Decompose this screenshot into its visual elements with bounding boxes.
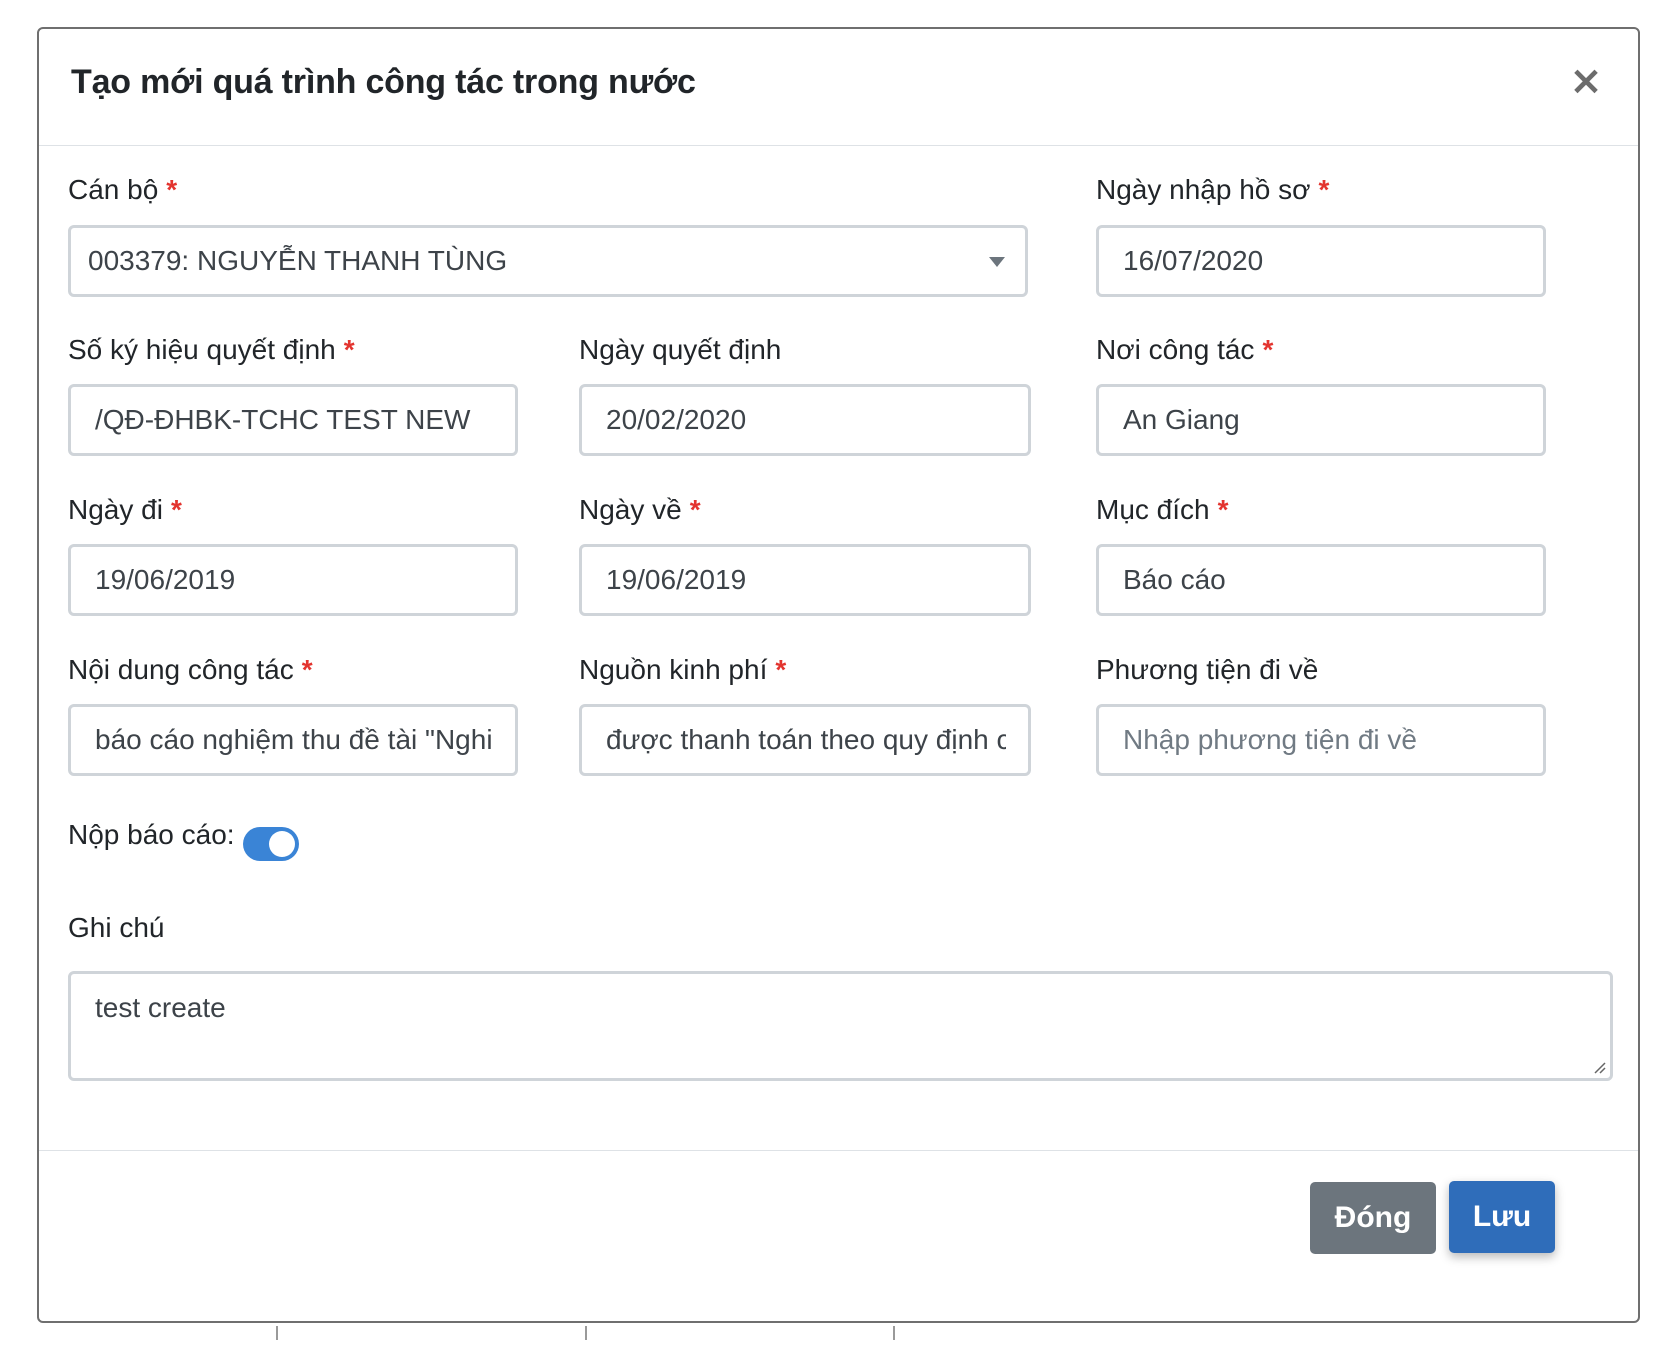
field-label-ngay-di: Ngày đi * [68, 494, 182, 525]
can-bo-select-value: 003379: NGUYỄN THANH TÙNG [88, 245, 508, 276]
field-label-noi-cong-tac: Nơi công tác * [1096, 334, 1274, 365]
nguon-kinh-phi-input[interactable] [582, 707, 1028, 773]
phuong-tien-input[interactable] [1099, 707, 1543, 773]
required-mark: * [166, 174, 178, 205]
ghi-chu-box: test create [68, 971, 1613, 1081]
save-button[interactable]: Lưu [1449, 1181, 1555, 1253]
create-domestic-work-modal: Tạo mới quá trình công tác trong nước × … [37, 27, 1640, 1323]
field-label-muc-dich: Mục đích * [1096, 494, 1229, 525]
field-label-so-ky-hieu: Số ký hiệu quyết định * [68, 334, 355, 365]
required-mark: * [1262, 334, 1274, 365]
ngay-di-input[interactable] [71, 547, 515, 613]
muc-dich-box [1096, 544, 1546, 616]
can-bo-select[interactable]: 003379: NGUYỄN THANH TÙNG [68, 225, 1028, 297]
close-icon[interactable]: × [1564, 59, 1608, 103]
required-mark: * [170, 494, 182, 525]
resize-handle-icon[interactable] [1592, 1060, 1606, 1074]
nop-bao-cao-label: Nộp báo cáo: [68, 819, 235, 850]
modal-title: Tạo mới quá trình công tác trong nước [71, 63, 696, 101]
ngay-nhap-ho-so-box [1096, 225, 1546, 297]
close-button[interactable]: Đóng [1310, 1182, 1436, 1254]
required-mark: * [301, 654, 313, 685]
field-label-phuong-tien: Phương tiện đi về [1096, 654, 1319, 685]
toggle-knob [269, 831, 295, 857]
field-label-can-bo: Cán bộ * [68, 174, 178, 205]
noi-cong-tac-box [1096, 384, 1546, 456]
ngay-ve-box [579, 544, 1031, 616]
chevron-down-icon [989, 257, 1005, 267]
so-ky-hieu-input[interactable] [71, 387, 515, 453]
ngay-ve-input[interactable] [582, 547, 1028, 613]
field-label-ngay-quyet-dinh: Ngày quyết định [579, 334, 782, 365]
ghi-chu-textarea[interactable]: test create [71, 974, 1610, 1078]
modal-header: Tạo mới quá trình công tác trong nước × [39, 29, 1638, 146]
field-label-ngay-nhap-ho-so: Ngày nhập hồ sơ * [1096, 174, 1330, 205]
field-label-ghi-chu: Ghi chú [68, 912, 165, 943]
required-mark: * [1217, 494, 1229, 525]
background-divider [893, 1326, 895, 1340]
background-divider [276, 1326, 278, 1340]
noi-dung-box [68, 704, 518, 776]
ngay-nhap-ho-so-input[interactable] [1099, 228, 1543, 294]
required-mark: * [1318, 174, 1330, 205]
modal-footer: Đóng Lưu [39, 1150, 1638, 1321]
nop-bao-cao-toggle[interactable] [243, 827, 299, 861]
ngay-quyet-dinh-input[interactable] [582, 387, 1028, 453]
phuong-tien-box [1096, 704, 1546, 776]
ngay-quyet-dinh-box [579, 384, 1031, 456]
required-mark: * [775, 654, 787, 685]
required-mark: * [689, 494, 701, 525]
field-label-noi-dung: Nội dung công tác * [68, 654, 313, 685]
noi-cong-tac-input[interactable] [1099, 387, 1543, 453]
nguon-kinh-phi-box [579, 704, 1031, 776]
background-divider [585, 1326, 587, 1340]
field-label-nguon-kinh-phi: Nguồn kinh phí * [579, 654, 787, 685]
muc-dich-input[interactable] [1099, 547, 1543, 613]
noi-dung-input[interactable] [71, 707, 515, 773]
ngay-di-box [68, 544, 518, 616]
field-label-ngay-ve: Ngày về * [579, 494, 701, 525]
so-ky-hieu-box [68, 384, 518, 456]
required-mark: * [343, 334, 355, 365]
